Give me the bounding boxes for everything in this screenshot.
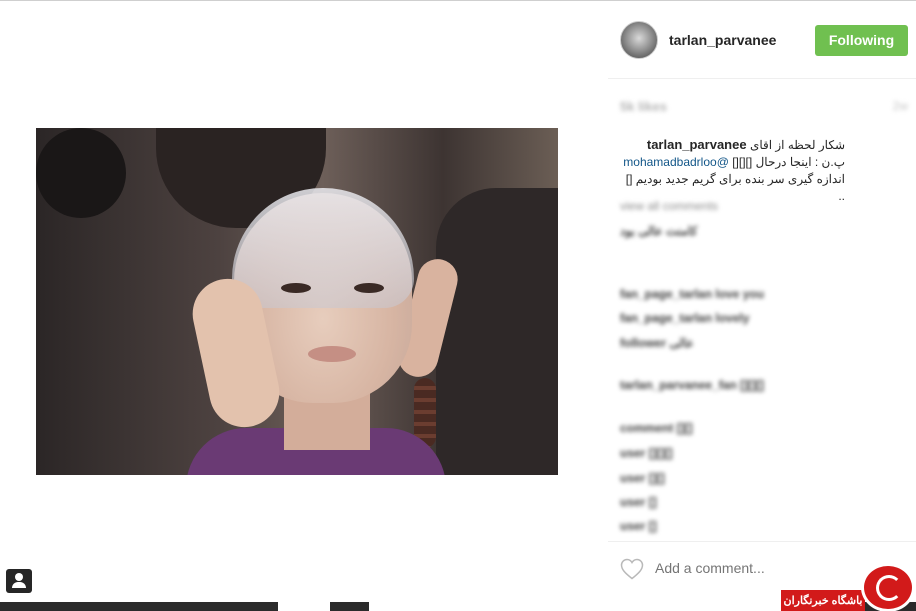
comment-user[interactable]: user <box>620 495 645 509</box>
caption-text-1: شکار لحظه از اقای <box>749 138 845 152</box>
heart-icon[interactable] <box>620 558 644 580</box>
comment-user: view all comments <box>620 199 719 213</box>
following-button[interactable]: Following <box>815 25 908 56</box>
strip-gap <box>369 602 781 611</box>
comment-item: user [][] <box>620 471 880 485</box>
photo-eye-left <box>281 283 311 293</box>
header-username[interactable]: tarlan_parvanee <box>669 32 776 48</box>
comment-item: tarlan_parvanee_fan [][][] <box>620 378 880 392</box>
comment-user[interactable]: user <box>620 471 645 485</box>
caption-mention[interactable]: @mohamadbadrloo <box>623 155 729 169</box>
comment-item: follower عالی <box>620 336 880 350</box>
profile-icon-head <box>15 573 23 581</box>
photo-camera-shape <box>36 128 126 218</box>
comment-item: fan_page_tarlan love you <box>620 287 880 301</box>
instagram-post-page: tarlan_parvanee Following 5k likes 2w شک… <box>0 0 916 611</box>
comment-text: [][] <box>676 421 693 435</box>
profile-icon[interactable] <box>6 569 32 593</box>
comment-text: lovely <box>715 311 750 325</box>
profile-icon-body <box>12 582 26 588</box>
comment-text: love you <box>715 287 765 301</box>
likes-count[interactable]: 5k likes <box>620 99 700 114</box>
post-sidebar: tarlan_parvanee Following 5k likes 2w شک… <box>608 1 916 611</box>
comment-user[interactable]: comment <box>620 421 673 435</box>
post-photo[interactable] <box>36 128 558 475</box>
comment-user[interactable]: fan_page_tarlan <box>620 287 712 301</box>
comment-item: user [] <box>620 519 880 533</box>
comment-item: fan_page_tarlan lovely <box>620 311 880 325</box>
comment-item: user [][][] <box>620 446 880 460</box>
caption-line-1: شکار لحظه از اقای tarlan_parvanee <box>620 136 845 154</box>
comment-text: عالی <box>669 336 694 350</box>
watermark-logo <box>861 563 915 611</box>
watermark-text: باشگاه خبرنگاران <box>781 590 865 611</box>
comment-text: عالی بود <box>620 224 663 238</box>
post-header: tarlan_parvanee Following <box>608 1 916 79</box>
comment-item: user [] <box>620 495 880 509</box>
caption-text-2: پ.ن : اینجا درحال <box>755 155 845 169</box>
comment-text: [][] <box>648 471 665 485</box>
comment-item: comment [][] <box>620 421 880 435</box>
comment-user[interactable]: tarlan_parvanee_fan <box>620 378 737 392</box>
caption-line-2: پ.ن : اینجا درحال [][][] @mohamadbadrloo <box>620 154 845 171</box>
watermark: باشگاه خبرنگاران <box>781 563 916 611</box>
comment-user[interactable]: follower <box>620 336 666 350</box>
comment-user[interactable]: user <box>620 446 645 460</box>
comment-text: [] <box>648 495 657 509</box>
caption-text-3: اندازه گیری سر بنده برای گریم جدید بودیم <box>635 172 845 186</box>
avatar[interactable] <box>620 21 658 59</box>
view-all-comments[interactable]: view all comments <box>620 199 880 213</box>
caption-boxes: [][][] <box>732 155 753 169</box>
comment-text: [] <box>648 519 657 533</box>
comment-user[interactable]: fan_page_tarlan <box>620 311 712 325</box>
comment-text: [][][] <box>740 378 765 392</box>
comment-item: کامنت عالی بود <box>620 224 880 238</box>
photo-eye-right <box>354 283 384 293</box>
photo-right-shadow <box>436 188 558 475</box>
post-caption: شکار لحظه از اقای tarlan_parvanee پ.ن : … <box>620 136 845 205</box>
bottom-thumbnails-strip <box>0 602 916 611</box>
strip-gap <box>278 602 330 611</box>
photo-lips <box>308 346 356 362</box>
post-age[interactable]: 2w <box>893 99 908 113</box>
comment-user[interactable]: user <box>620 519 645 533</box>
comment-user[interactable]: کامنت <box>666 224 697 238</box>
comment-text: [][][] <box>648 446 673 460</box>
caption-username[interactable]: tarlan_parvanee <box>647 137 747 152</box>
